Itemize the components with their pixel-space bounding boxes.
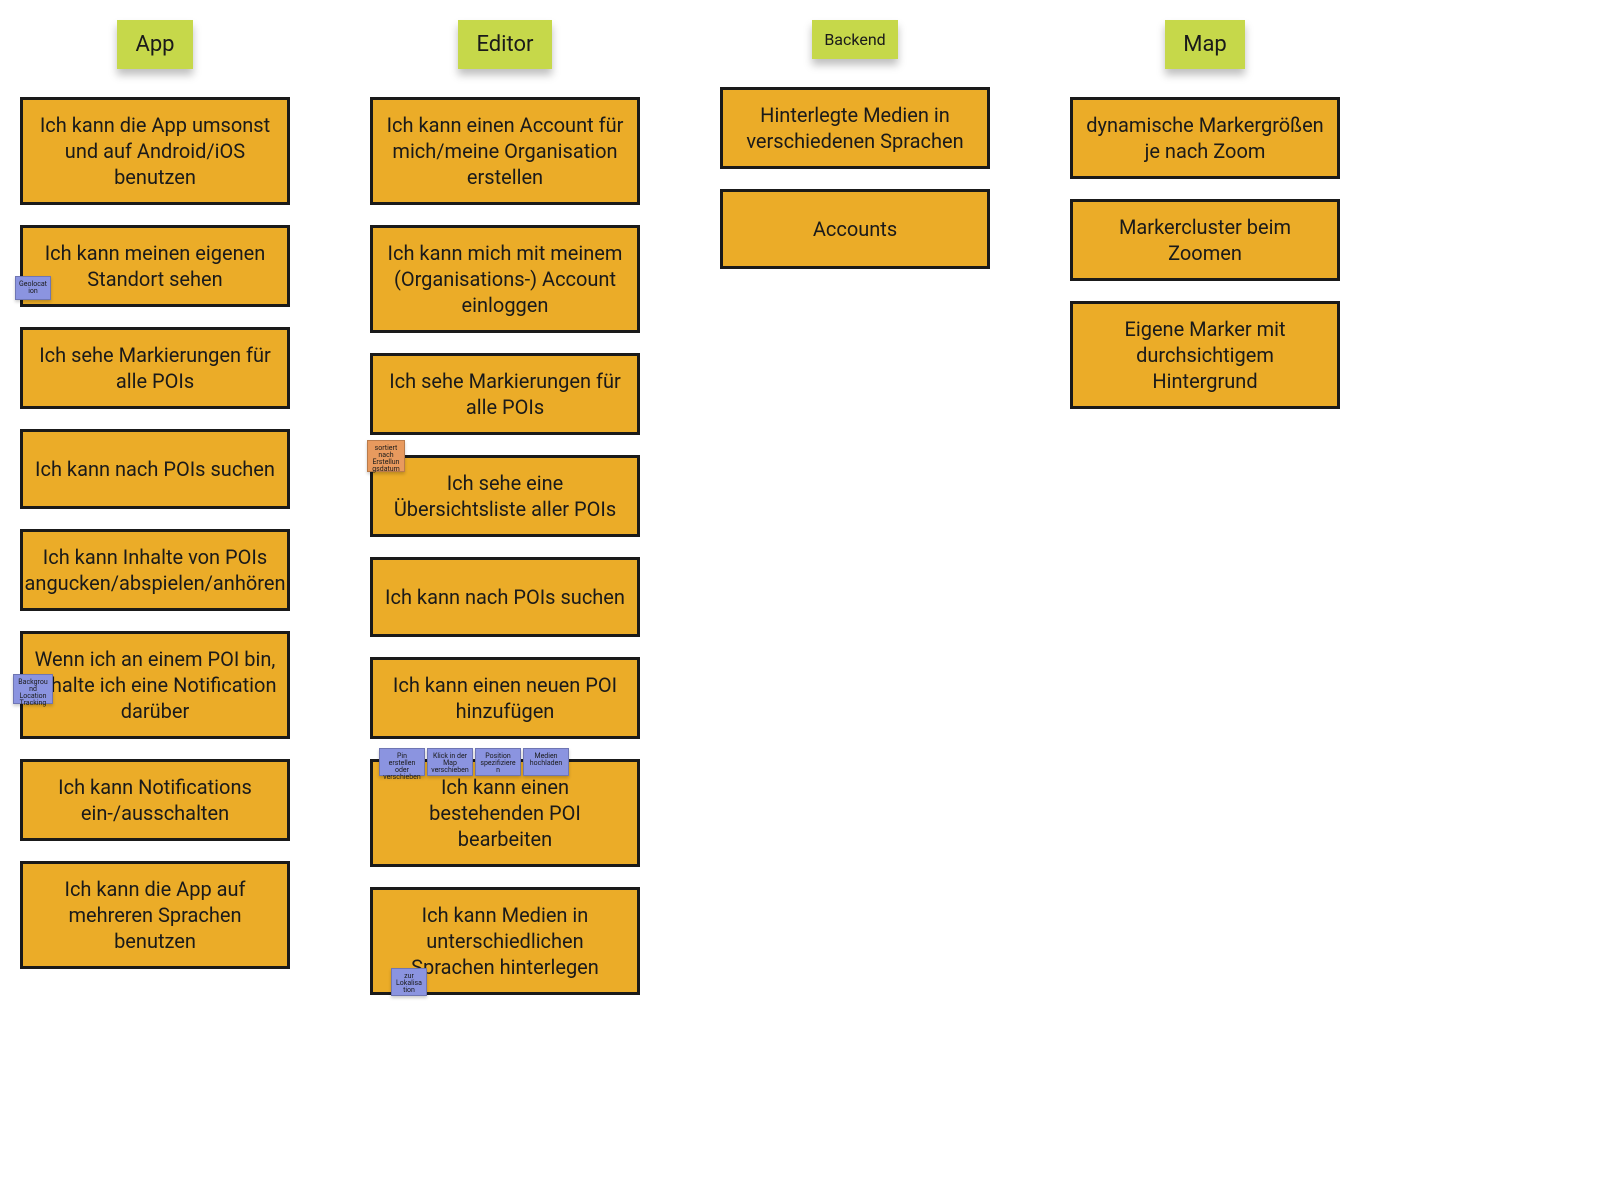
card[interactable]: Ich kann einen Account für mich/meine Or… [370,97,640,205]
mini-note[interactable]: Klick in der Map verschieben [427,748,473,776]
card[interactable]: Ich kann die App umsonst und auf Android… [20,97,290,205]
card[interactable]: Ich kann einen neuen POI hinzufügen [370,657,640,739]
card[interactable]: Wenn ich an einem POI bin, erhalte ich e… [20,631,290,739]
column-header-backend[interactable]: Backend [812,20,897,59]
card-text: dynamische Markergrößen je nach Zoom [1083,112,1327,164]
card-text: Ich kann nach POIs suchen [385,584,625,610]
column-map: Map dynamische Markergrößen je nach Zoom… [1070,20,1340,1015]
card[interactable]: Ich kann nach POIs suchen [370,557,640,637]
kanban-board: App Ich kann die App umsonst und auf And… [0,0,1618,1035]
card[interactable]: Ich kann die App auf mehreren Sprachen b… [20,861,290,969]
card-text: Ich kann nach POIs suchen [35,456,275,482]
card-text: Wenn ich an einem POI bin, erhalte ich e… [33,646,277,724]
card-text: Ich kann meinen eigenen Standort sehen [33,240,277,292]
card-text: Markercluster beim Zoomen [1083,214,1327,266]
card-text: Eigene Marker mit durchsichtigem Hinterg… [1083,316,1327,394]
card-text: Ich kann einen Account für mich/meine Or… [383,112,627,190]
card-text: Ich sehe Markierungen für alle POIs [33,342,277,394]
mini-note-row: Pin erstellen oder verschieben Klick in … [379,748,569,776]
mini-note[interactable]: Pin erstellen oder verschieben [379,748,425,776]
card[interactable]: Ich kann nach POIs suchen [20,429,290,509]
card-text: Hinterlegte Medien in verschiedenen Spra… [733,102,977,154]
mini-note[interactable]: zur Lokalisation [391,968,427,996]
column-header-map[interactable]: Map [1165,20,1245,69]
card[interactable]: Accounts [720,189,990,269]
card[interactable]: Ich kann Medien in unterschiedlichen Spr… [370,887,640,995]
column-header-app[interactable]: App [117,20,192,69]
card-text: Ich kann mich mit meinem (Organisations-… [383,240,627,318]
mini-note[interactable]: Geolocation [15,276,51,300]
mini-note[interactable]: Medien hochladen [523,748,569,776]
card-text: Ich sehe eine Übersichtsliste aller POIs [383,470,627,522]
column-backend: Backend Hinterlegte Medien in verschiede… [720,20,990,1015]
card[interactable]: Eigene Marker mit durchsichtigem Hinterg… [1070,301,1340,409]
column-editor: Editor Ich kann einen Account für mich/m… [370,20,640,1015]
card[interactable]: Ich sehe eine Übersichtsliste aller POIs… [370,455,640,537]
card-text: Ich kann die App auf mehreren Sprachen b… [33,876,277,954]
card-text: Ich kann einen neuen POI hinzufügen [383,672,627,724]
mini-note[interactable]: sortiert nach Erstellungsdatum [367,440,405,472]
card[interactable]: Ich kann Inhalte von POIs angucken/abspi… [20,529,290,611]
card[interactable]: Ich sehe Markierungen für alle POIs [20,327,290,409]
card[interactable]: Ich kann einen bestehenden POI bearbeite… [370,759,640,867]
card-text: Ich kann Inhalte von POIs angucken/abspi… [25,544,286,596]
card[interactable]: Markercluster beim Zoomen [1070,199,1340,281]
card[interactable]: Ich kann Notifications ein-/ausschalten [20,759,290,841]
card-text: Ich sehe Markierungen für alle POIs [383,368,627,420]
card[interactable]: Ich kann meinen eigenen Standort sehen G… [20,225,290,307]
mini-note[interactable]: Background Location Tracking [13,674,53,704]
card-text: Ich kann die App umsonst und auf Android… [33,112,277,190]
column-app: App Ich kann die App umsonst und auf And… [20,20,290,1015]
card[interactable]: Hinterlegte Medien in verschiedenen Spra… [720,87,990,169]
column-header-editor[interactable]: Editor [458,20,551,69]
card[interactable]: Ich kann mich mit meinem (Organisations-… [370,225,640,333]
card-text: Ich kann einen bestehenden POI bearbeite… [383,774,627,852]
card-text: Ich kann Notifications ein-/ausschalten [33,774,277,826]
card-text: Accounts [813,216,897,242]
card[interactable]: dynamische Markergrößen je nach Zoom [1070,97,1340,179]
mini-note[interactable]: Position spezifizieren [475,748,521,776]
card[interactable]: Ich sehe Markierungen für alle POIs [370,353,640,435]
